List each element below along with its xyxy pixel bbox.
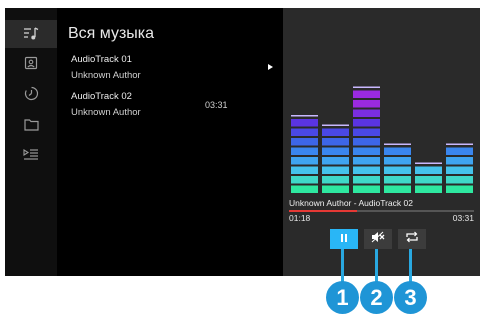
sidebar-item-all-music[interactable] bbox=[19, 24, 43, 44]
sidebar-item-artists[interactable] bbox=[19, 53, 43, 73]
equalizer-peak bbox=[446, 143, 473, 145]
equalizer-segment bbox=[322, 166, 349, 174]
sidebar-item-history[interactable] bbox=[19, 83, 43, 103]
equalizer-segment bbox=[446, 166, 473, 174]
sidebar-item-folders[interactable] bbox=[19, 114, 43, 134]
equalizer-segment bbox=[353, 109, 380, 117]
equalizer-segment bbox=[384, 166, 411, 174]
callout-1: 1 bbox=[326, 281, 359, 314]
equalizer-segment bbox=[291, 119, 318, 127]
equalizer-visualizer bbox=[291, 86, 473, 193]
equalizer-segment bbox=[446, 147, 473, 155]
equalizer-segment bbox=[353, 128, 380, 136]
mute-button[interactable] bbox=[364, 229, 392, 249]
equalizer-segment bbox=[322, 176, 349, 184]
track-title: AudioTrack 01 bbox=[71, 54, 132, 65]
page-title: Вся музыка bbox=[68, 25, 155, 42]
equalizer-segment bbox=[353, 90, 380, 98]
equalizer-segment bbox=[353, 176, 380, 184]
callout-line-3 bbox=[409, 249, 412, 285]
track-title: AudioTrack 02 bbox=[71, 91, 132, 102]
equalizer-segment bbox=[291, 157, 318, 165]
repeat-icon bbox=[405, 230, 419, 248]
pause-button[interactable] bbox=[330, 229, 358, 249]
equalizer-segment bbox=[384, 185, 411, 193]
equalizer-segment bbox=[384, 157, 411, 165]
callout-line-2 bbox=[375, 249, 378, 285]
equalizer-segment bbox=[353, 138, 380, 146]
now-playing-label: Unknown Author - AudioTrack 02 bbox=[289, 198, 413, 208]
equalizer-segment bbox=[415, 176, 442, 184]
track-author: Unknown Author bbox=[71, 107, 141, 118]
equalizer-segment bbox=[322, 157, 349, 165]
equalizer-segment bbox=[291, 147, 318, 155]
equalizer-segment bbox=[322, 185, 349, 193]
equalizer-peak bbox=[415, 162, 442, 164]
playlist-icon bbox=[23, 148, 39, 161]
equalizer-segment bbox=[291, 166, 318, 174]
progress-bar-fill bbox=[289, 210, 358, 212]
history-icon bbox=[24, 86, 39, 101]
repeat-button[interactable] bbox=[398, 229, 426, 249]
equalizer-peak bbox=[353, 86, 380, 88]
equalizer-segment bbox=[353, 147, 380, 155]
callout-line-1 bbox=[341, 249, 344, 285]
now-playing-indicator-icon bbox=[268, 64, 273, 70]
total-time: 03:31 bbox=[452, 213, 474, 223]
callout-3: 3 bbox=[394, 281, 427, 314]
equalizer-segment bbox=[291, 185, 318, 193]
equalizer-segment bbox=[353, 157, 380, 165]
music-list-icon bbox=[23, 27, 39, 41]
track-list-panel: Вся музыка AudioTrack 01 Unknown Author … bbox=[57, 8, 283, 276]
equalizer-segment bbox=[353, 185, 380, 193]
player-panel: Unknown Author - AudioTrack 02 01:18 03:… bbox=[283, 8, 480, 276]
equalizer-segment bbox=[291, 128, 318, 136]
contact-card-icon bbox=[24, 56, 38, 70]
tv-screen: Вся музыка AudioTrack 01 Unknown Author … bbox=[5, 8, 480, 276]
equalizer-segment bbox=[322, 147, 349, 155]
equalizer-segment bbox=[322, 128, 349, 136]
equalizer-peak bbox=[322, 124, 349, 126]
track-author: Unknown Author bbox=[71, 70, 141, 81]
equalizer-segment bbox=[446, 176, 473, 184]
sidebar-item-playlists[interactable] bbox=[19, 144, 43, 164]
pause-icon bbox=[339, 230, 349, 248]
mute-icon bbox=[371, 230, 385, 248]
folder-icon bbox=[23, 118, 39, 131]
equalizer-segment bbox=[322, 138, 349, 146]
equalizer-segment bbox=[353, 100, 380, 108]
equalizer-segment bbox=[384, 147, 411, 155]
current-time: 01:18 bbox=[289, 213, 311, 223]
equalizer-segment bbox=[415, 185, 442, 193]
equalizer-peak bbox=[291, 115, 318, 117]
equalizer-segment bbox=[384, 176, 411, 184]
equalizer-segment bbox=[446, 185, 473, 193]
track-duration: 03:31 bbox=[205, 100, 228, 110]
progress-bar[interactable] bbox=[289, 210, 474, 212]
equalizer-segment bbox=[446, 157, 473, 165]
equalizer-segment bbox=[415, 166, 442, 174]
equalizer-peak bbox=[384, 143, 411, 145]
sidebar bbox=[5, 8, 57, 276]
equalizer-segment bbox=[291, 138, 318, 146]
equalizer-segment bbox=[291, 176, 318, 184]
equalizer-segment bbox=[353, 119, 380, 127]
equalizer-segment bbox=[353, 166, 380, 174]
callout-2: 2 bbox=[360, 281, 393, 314]
